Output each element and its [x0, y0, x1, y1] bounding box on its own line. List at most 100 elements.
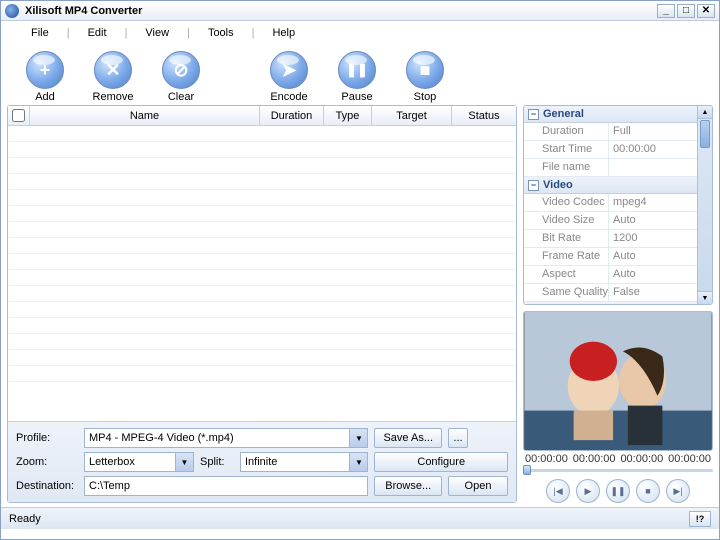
help-button[interactable]: !? — [689, 511, 711, 527]
zoom-label: Zoom: — [16, 456, 78, 468]
play-button[interactable]: ▶ — [576, 479, 600, 503]
scroll-thumb[interactable] — [700, 120, 710, 148]
right-panel: −General DurationFull Start Time00:00:00… — [523, 105, 713, 503]
preview-image — [524, 312, 712, 450]
clear-icon: ⊘ — [162, 51, 200, 89]
time-3: 00:00:00 — [668, 453, 711, 465]
split-value: Infinite — [245, 456, 277, 468]
chevron-down-icon: ▼ — [349, 453, 367, 471]
time-0: 00:00:00 — [525, 453, 568, 465]
stop-button[interactable]: ■ Stop — [395, 51, 455, 103]
add-button[interactable]: + Add — [15, 51, 75, 103]
chevron-down-icon: ▼ — [349, 429, 367, 447]
file-list[interactable] — [8, 126, 516, 421]
timeline-labels: 00:00:00 00:00:00 00:00:00 00:00:00 — [523, 451, 713, 465]
status-text: Ready — [9, 513, 689, 525]
col-target[interactable]: Target — [372, 106, 452, 125]
stop-label: Stop — [414, 91, 437, 103]
col-name[interactable]: Name — [30, 106, 260, 125]
profile-label: Profile: — [16, 432, 78, 444]
menu-view[interactable]: View — [133, 24, 181, 42]
prop-row[interactable]: File name — [524, 159, 697, 177]
output-settings: Profile: MP4 - MPEG-4 Video (*.mp4) ▼ Sav… — [8, 421, 516, 502]
status-bar: Ready !? — [1, 507, 719, 529]
menu-tools[interactable]: Tools — [196, 24, 246, 42]
encode-label: Encode — [270, 91, 307, 103]
prop-row[interactable]: Start Time00:00:00 — [524, 141, 697, 159]
playback-controls: |◀ ▶ ❚❚ ■ ▶| — [523, 475, 713, 503]
split-combo[interactable]: Infinite ▼ — [240, 452, 368, 472]
prop-row[interactable]: Same QualityFalse — [524, 284, 697, 302]
remove-icon: ✕ — [94, 51, 132, 89]
remove-button[interactable]: ✕ Remove — [83, 51, 143, 103]
pause-button[interactable]: ❚❚ Pause — [327, 51, 387, 103]
open-button[interactable]: Open — [448, 476, 508, 496]
properties-panel: −General DurationFull Start Time00:00:00… — [523, 105, 713, 305]
group-general[interactable]: −General — [524, 106, 697, 123]
scroll-down-icon[interactable]: ▼ — [698, 291, 712, 304]
time-2: 00:00:00 — [620, 453, 663, 465]
app-title: Xilisoft MP4 Converter — [25, 5, 657, 17]
col-duration[interactable]: Duration — [260, 106, 324, 125]
app-icon — [5, 4, 19, 18]
pause-label: Pause — [341, 91, 372, 103]
prop-row[interactable]: Video Codecmpeg4 — [524, 194, 697, 212]
file-list-header: Name Duration Type Target Status — [8, 106, 516, 126]
split-label: Split: — [200, 452, 234, 472]
menu-edit[interactable]: Edit — [76, 24, 119, 42]
encode-icon: ➤ — [270, 51, 308, 89]
browse-button[interactable]: Browse... — [374, 476, 442, 496]
select-all-checkbox[interactable] — [8, 106, 30, 125]
minimize-button[interactable]: _ — [657, 4, 675, 18]
save-as-button[interactable]: Save As... — [374, 428, 442, 448]
destination-input[interactable]: C:\Temp — [84, 476, 368, 496]
encode-button[interactable]: ➤ Encode — [259, 51, 319, 103]
prop-row[interactable]: AspectAuto — [524, 266, 697, 284]
menu-file[interactable]: File — [19, 24, 61, 42]
chevron-down-icon: ▼ — [175, 453, 193, 471]
collapse-icon[interactable]: − — [528, 109, 539, 120]
add-label: Add — [35, 91, 55, 103]
col-type[interactable]: Type — [324, 106, 372, 125]
prop-row[interactable]: DurationFull — [524, 123, 697, 141]
add-icon: + — [26, 51, 64, 89]
collapse-icon[interactable]: − — [528, 305, 539, 306]
scroll-up-icon[interactable]: ▲ — [698, 106, 712, 119]
video-preview — [523, 311, 713, 451]
menu-help[interactable]: Help — [260, 24, 307, 42]
profile-more-button[interactable]: ... — [448, 428, 468, 448]
properties-scrollbar[interactable]: ▲ ▼ — [697, 106, 712, 304]
title-bar: Xilisoft MP4 Converter _ □ ✕ — [1, 1, 719, 21]
prop-row[interactable]: Frame RateAuto — [524, 248, 697, 266]
zoom-combo[interactable]: Letterbox ▼ — [84, 452, 194, 472]
maximize-button[interactable]: □ — [677, 4, 695, 18]
pause-icon: ❚❚ — [338, 51, 376, 89]
playback-pause-button[interactable]: ❚❚ — [606, 479, 630, 503]
group-audio[interactable]: −Audio — [524, 302, 697, 305]
clear-label: Clear — [168, 91, 194, 103]
close-button[interactable]: ✕ — [697, 4, 715, 18]
seek-thumb[interactable] — [523, 465, 531, 475]
stop-icon: ■ — [406, 51, 444, 89]
configure-button[interactable]: Configure — [374, 452, 508, 472]
profile-combo[interactable]: MP4 - MPEG-4 Video (*.mp4) ▼ — [84, 428, 368, 448]
col-status[interactable]: Status — [452, 106, 516, 125]
prop-row[interactable]: Bit Rate1200 — [524, 230, 697, 248]
destination-label: Destination: — [16, 480, 78, 492]
destination-value: C:\Temp — [89, 480, 130, 492]
playback-stop-button[interactable]: ■ — [636, 479, 660, 503]
next-button[interactable]: ▶| — [666, 479, 690, 503]
group-video[interactable]: −Video — [524, 177, 697, 194]
time-1: 00:00:00 — [573, 453, 616, 465]
prev-button[interactable]: |◀ — [546, 479, 570, 503]
toolbar: + Add ✕ Remove ⊘ Clear ➤ Encode ❚❚ Pause ■ Sto… — [1, 45, 719, 105]
zoom-value: Letterbox — [89, 456, 135, 468]
menu-bar: File| Edit| View| Tools| Help — [1, 21, 719, 45]
collapse-icon[interactable]: − — [528, 180, 539, 191]
clear-button[interactable]: ⊘ Clear — [151, 51, 211, 103]
file-panel: Name Duration Type Target Status Profile… — [7, 105, 517, 503]
remove-label: Remove — [93, 91, 134, 103]
seek-slider[interactable] — [523, 465, 713, 475]
profile-value: MP4 - MPEG-4 Video (*.mp4) — [89, 432, 234, 444]
prop-row[interactable]: Video SizeAuto — [524, 212, 697, 230]
